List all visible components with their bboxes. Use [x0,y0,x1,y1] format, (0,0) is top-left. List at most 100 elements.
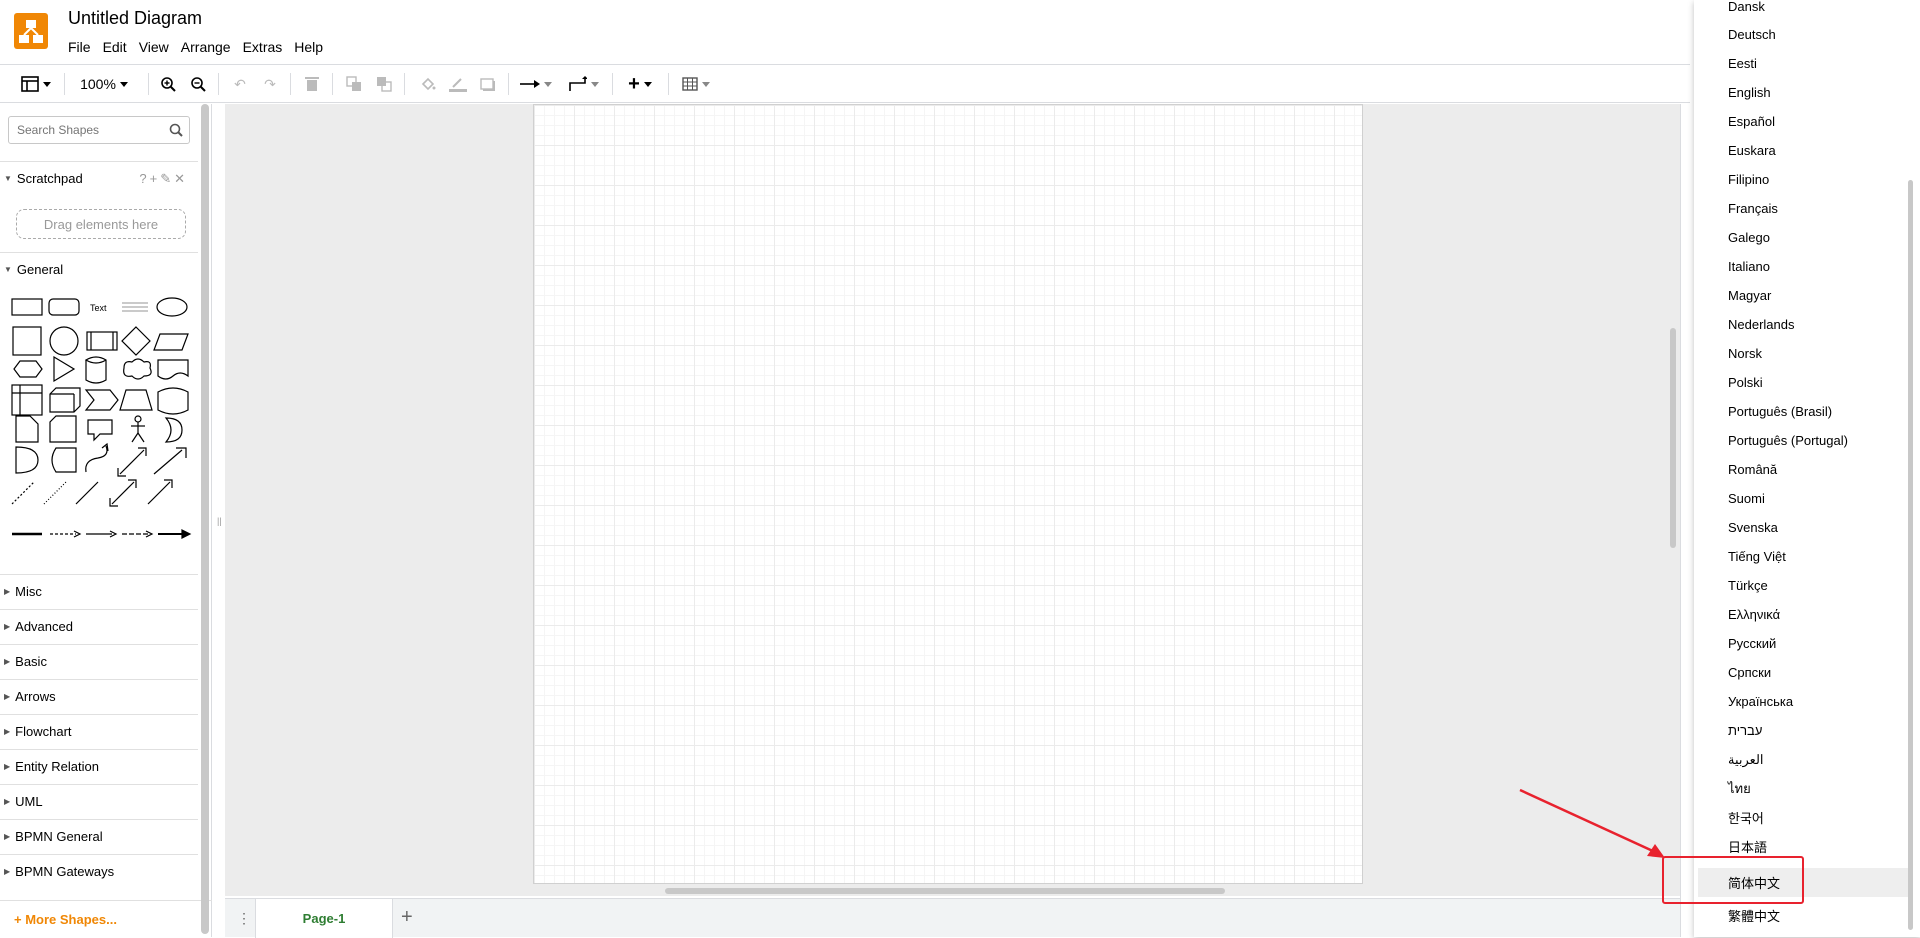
language-item[interactable]: ไทย [1694,774,1904,803]
section-label: Advanced [15,619,73,634]
language-item[interactable]: Português (Portugal) [1694,426,1904,455]
language-item[interactable]: English [1694,78,1904,107]
section-label: Entity Relation [15,759,99,774]
language-item[interactable]: Русский [1694,629,1904,658]
language-menu: Dansk Deutsch Eesti English Español Eusk… [1694,0,1920,937]
sidebar-section-uml[interactable]: ▶ UML [0,784,198,818]
language-item[interactable]: Deutsch [1694,20,1904,49]
search-shapes-box [8,116,190,144]
language-item[interactable]: Italiano [1694,252,1904,281]
insert-icon[interactable]: + [622,65,658,103]
language-item[interactable]: Norsk [1694,339,1904,368]
section-label: Misc [15,584,42,599]
sidebar-section-arrows[interactable]: ▶ Arrows [0,679,198,713]
diagram-page[interactable] [533,104,1363,884]
language-item[interactable]: Filipino [1694,165,1904,194]
general-label: General [16,262,64,277]
shapes-sidebar: ▼Scratchpad ?+✎✕ Drag elements here ▼Gen… [0,104,212,937]
toolbar: 100% ↶ ↷ + [0,64,1690,103]
table-icon[interactable] [678,65,714,103]
waypoints-icon[interactable] [566,65,602,103]
more-shapes-button[interactable]: + More Shapes... [0,900,212,937]
language-item[interactable]: Српски [1694,658,1904,687]
language-item[interactable]: العربية [1694,745,1904,774]
section-label: UML [15,794,43,809]
language-item[interactable]: Galego [1694,223,1904,252]
annotation-arrow-icon [1519,788,1665,858]
shadow-icon[interactable] [476,65,500,103]
canvas-vertical-scrollbar[interactable] [1670,328,1676,548]
line-color-icon[interactable] [446,65,470,103]
general-header[interactable]: ▼ General [0,252,198,286]
language-item[interactable]: Eesti [1694,49,1904,78]
page-tab-page-1[interactable]: Page-1 [255,899,393,938]
search-icon[interactable] [169,123,183,137]
zoom-select[interactable]: 100% [72,65,136,103]
undo-icon[interactable]: ↶ [228,65,252,103]
menu-help[interactable]: Help [288,39,329,55]
language-item[interactable]: Suomi [1694,484,1904,513]
language-menu-scrollbar[interactable] [1908,180,1913,930]
zoom-in-icon[interactable] [156,65,180,103]
menu-bar: File Edit View Arrange Extras Help [62,39,329,55]
language-item[interactable]: Français [1694,194,1904,223]
zoom-out-icon[interactable] [186,65,210,103]
diagram-title[interactable]: Untitled Diagram [68,8,202,29]
language-item[interactable]: Euskara [1694,136,1904,165]
menu-view[interactable]: View [133,39,175,55]
menu-file[interactable]: File [62,39,97,55]
sidebar-section-entity-relation[interactable]: ▶ Entity Relation [0,749,198,783]
language-item[interactable]: Polski [1694,368,1904,397]
language-item[interactable]: Dansk [1694,0,1904,21]
section-label: BPMN Gateways [15,864,115,879]
sidebar-scrollbar[interactable] [201,104,209,934]
section-label: BPMN General [15,829,103,844]
search-shapes-input[interactable] [15,118,165,142]
language-item[interactable]: Magyar [1694,281,1904,310]
app-header: Untitled Diagram File Edit View Arrange … [0,0,1920,64]
delete-icon[interactable] [300,65,324,103]
redo-icon[interactable]: ↷ [258,65,282,103]
scratchpad-header[interactable]: ▼ Scratchpad ?+✎✕ [0,161,198,195]
menu-extras[interactable]: Extras [237,39,289,55]
sidebar-section-misc[interactable]: ▶ Misc [0,574,198,608]
pages-menu-icon[interactable]: ⋮ [237,910,251,927]
sidebar-section-advanced[interactable]: ▶ Advanced [0,609,198,643]
add-page-button[interactable]: + [401,906,413,929]
section-label: Basic [15,654,47,669]
scratchpad-actions-icon[interactable]: ?+✎✕ [139,171,188,187]
language-item[interactable]: Ελληνικά [1694,600,1904,629]
language-item[interactable]: Türkçe [1694,571,1904,600]
canvas-horizontal-scrollbar[interactable] [665,888,1225,894]
language-item[interactable]: Tiếng Việt [1694,542,1904,571]
sidebar-section-bpmn-general[interactable]: ▶ BPMN General [0,819,198,853]
sidebar-section-flowchart[interactable]: ▶ Flowchart [0,714,198,748]
scratchpad-dropzone[interactable]: Drag elements here [16,209,186,239]
menu-edit[interactable]: Edit [97,39,133,55]
language-item[interactable]: Português (Brasil) [1694,397,1904,426]
sidebar-section-basic[interactable]: ▶ Basic [0,644,198,678]
fill-color-icon[interactable] [416,65,440,103]
text-shape-label: Text [90,303,107,313]
menu-arrange[interactable]: Arrange [175,39,237,55]
format-panel-icon[interactable] [16,65,56,103]
connection-icon[interactable] [518,65,554,103]
to-back-icon[interactable] [372,65,396,103]
language-item[interactable]: 繁體中文 [1694,901,1904,930]
scratchpad-label: Scratchpad [16,171,83,186]
sidebar-section-bpmn-gateways[interactable]: ▶ BPMN Gateways [0,854,198,888]
drawio-logo-icon [14,13,48,49]
language-item[interactable]: Nederlands [1694,310,1904,339]
page-tabs-bar: ⋮ Page-1 + [225,898,1680,938]
language-item[interactable]: Svenska [1694,513,1904,542]
annotation-highlight-box [1662,856,1804,904]
language-item[interactable]: Español [1694,107,1904,136]
language-item[interactable]: עברית [1694,716,1904,745]
general-shapes-palette[interactable]: Text [8,290,193,575]
language-item[interactable]: 한국어 [1694,803,1904,832]
language-item[interactable]: Українська [1694,687,1904,716]
language-item[interactable]: Română [1694,455,1904,484]
section-label: Arrows [15,689,56,704]
to-front-icon[interactable] [342,65,366,103]
sidebar-resize-handle[interactable]: || [217,516,222,526]
